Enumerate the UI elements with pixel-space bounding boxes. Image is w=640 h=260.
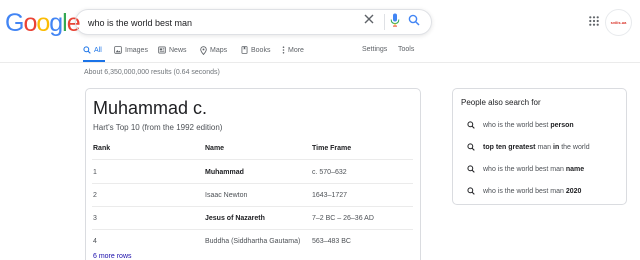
- cell-name: Muhammad: [205, 169, 244, 176]
- related-search-text: who is the world best man name: [483, 165, 585, 173]
- tab-label: News: [169, 46, 187, 54]
- people-also-search-panel: People also search for who is the world …: [452, 88, 627, 205]
- panel-title: People also search for: [461, 98, 541, 107]
- related-search-item[interactable]: who is the world best person: [453, 114, 628, 136]
- tab-tools[interactable]: Tools: [398, 46, 414, 53]
- card-title: Muhammad c.: [93, 98, 208, 118]
- cell-name: Isaac Newton: [205, 192, 248, 199]
- tab-label: Maps: [210, 47, 228, 54]
- column-header-time: Time Frame: [312, 145, 352, 152]
- related-search-item[interactable]: who is the world best man name: [453, 158, 628, 180]
- cell-name: Buddha (Siddhartha Gautama): [205, 238, 301, 245]
- card-subtitle: Hart's Top 10 (from the 1992 edition): [93, 123, 223, 132]
- search-divider: [384, 14, 385, 30]
- more-vert-icon: [282, 46, 285, 54]
- avatar-label: svilis.ua: [610, 20, 627, 25]
- search-icon: [467, 165, 475, 173]
- cell-name: Jesus of Nazareth: [205, 215, 265, 222]
- avatar[interactable]: svilis.ua: [605, 9, 632, 36]
- cell-time: 563–483 BC: [312, 238, 351, 245]
- more-rows-link[interactable]: 6 more rows: [93, 253, 132, 260]
- logo-letter: o: [36, 9, 50, 37]
- map-pin-icon: [200, 46, 207, 55]
- result-stats: About 6,350,000,000 results (0.64 second…: [84, 69, 220, 76]
- cell-rank: 2: [93, 192, 97, 199]
- close-icon[interactable]: [363, 13, 375, 25]
- cell-rank: 4: [93, 238, 97, 245]
- cell-time: 7–2 BC – 26–36 AD: [312, 215, 374, 222]
- tab-label: Images: [125, 46, 148, 54]
- search-icon: [83, 46, 91, 54]
- table-divider: [92, 229, 413, 230]
- book-icon: [241, 46, 248, 54]
- column-header-name: Name: [205, 145, 225, 152]
- mic-icon[interactable]: [390, 13, 400, 27]
- tab-news[interactable]: News: [158, 46, 187, 54]
- tab-maps[interactable]: Maps: [200, 46, 227, 55]
- column-header-rank: Rank: [93, 145, 111, 152]
- search-icon[interactable]: [408, 14, 420, 26]
- tab-label: Tools: [398, 46, 415, 53]
- featured-snippet-card: Muhammad c. Hart's Top 10 (from the 1992…: [85, 88, 421, 260]
- apps-grid-icon[interactable]: [589, 16, 599, 26]
- related-search-text: top ten greatest man in the world: [483, 143, 590, 151]
- search-icon: [467, 143, 475, 151]
- logo-letter: o: [23, 9, 37, 37]
- tab-label: Books: [251, 46, 271, 54]
- related-search-text: who is the world best person: [483, 121, 574, 129]
- search-icon: [467, 187, 475, 195]
- tabs-divider: [0, 62, 640, 63]
- tab-all[interactable]: All: [83, 46, 102, 54]
- logo-letter: G: [5, 9, 24, 37]
- tab-books[interactable]: Books: [241, 46, 270, 54]
- search-box[interactable]: [75, 9, 432, 35]
- news-icon: [158, 46, 166, 54]
- cell-rank: 3: [93, 215, 97, 222]
- logo-letter: g: [49, 9, 63, 37]
- cell-time: 1643–1727: [312, 192, 348, 199]
- search-input[interactable]: [88, 14, 348, 31]
- tab-label: More: [288, 46, 304, 54]
- table-divider: [92, 159, 413, 160]
- related-search-item[interactable]: who is the world best man 2020: [453, 180, 628, 202]
- related-search-item[interactable]: top ten greatest man in the world: [453, 136, 628, 158]
- google-logo[interactable]: Google: [5, 9, 81, 38]
- table-divider: [92, 183, 413, 184]
- related-search-text: who is the world best man 2020: [483, 187, 582, 195]
- tab-label: Settings: [362, 46, 388, 53]
- cell-time: c. 570–632: [312, 169, 347, 176]
- tab-label: All: [94, 46, 102, 54]
- cell-rank: 1: [93, 169, 97, 176]
- table-divider: [92, 206, 413, 207]
- tab-images[interactable]: Images: [114, 46, 148, 54]
- image-icon: [114, 46, 122, 54]
- tab-more[interactable]: More: [282, 46, 304, 54]
- tab-settings[interactable]: Settings: [362, 46, 387, 53]
- search-icon: [467, 121, 475, 129]
